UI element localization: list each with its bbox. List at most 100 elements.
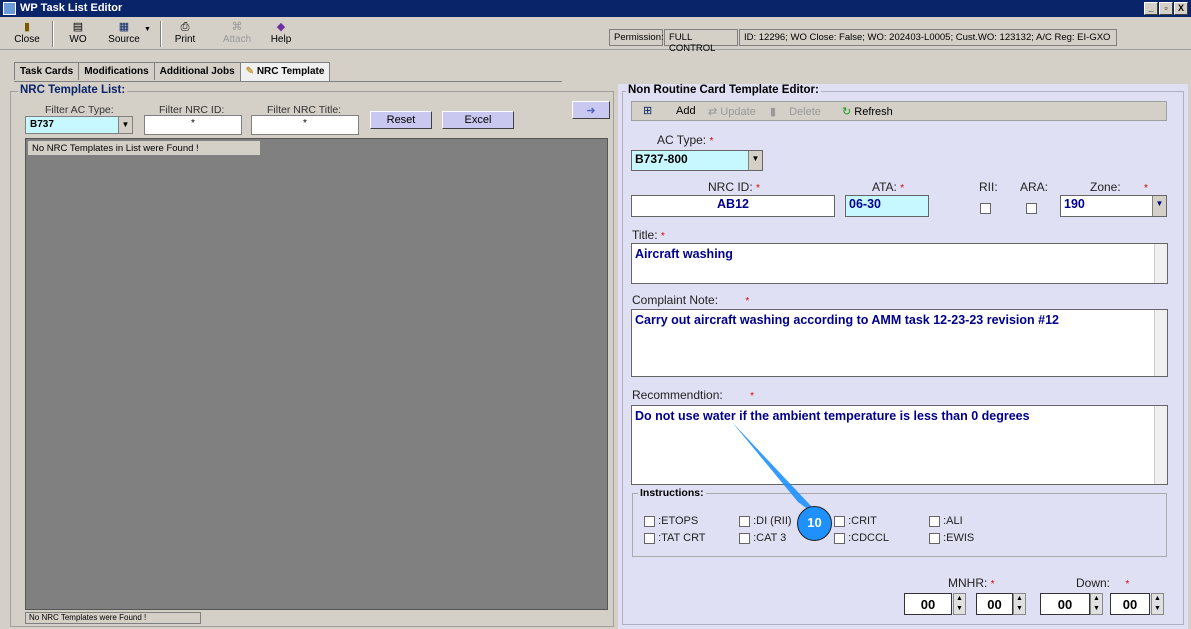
attach-button[interactable]: ⌘ Attach	[218, 20, 256, 48]
permission-label: Permission:	[609, 29, 664, 46]
cdccl-checkbox[interactable]: :CDCCL	[834, 532, 929, 544]
update-button[interactable]: ⇄ Update	[708, 105, 756, 118]
recommendation-textarea[interactable]: Do not use water if the ambient temperat…	[631, 405, 1168, 485]
down-hours-spinner[interactable]: ▲ ▼	[1090, 593, 1103, 615]
instructions-label: Instructions:	[638, 487, 706, 499]
down-minutes-spinner[interactable]: ▲ ▼	[1151, 593, 1164, 615]
required-marker: *	[756, 183, 760, 194]
ali-checkbox[interactable]: :ALI	[929, 515, 1024, 527]
transfer-arrow-button[interactable]: ➜	[572, 101, 610, 119]
add-icon: ⊞	[643, 105, 653, 117]
scrollbar[interactable]	[1154, 406, 1167, 484]
print-label: Print	[174, 34, 196, 45]
label-text: ATA:	[872, 180, 897, 194]
checkbox-box	[644, 515, 655, 527]
source-dropdown-icon[interactable]: ▼	[144, 26, 151, 33]
refresh-button[interactable]: ↻ Refresh	[842, 105, 893, 118]
ac-type-label: AC Type: *	[657, 133, 713, 147]
app-icon	[3, 2, 16, 15]
template-list-grid[interactable]	[25, 138, 608, 610]
ara-checkbox[interactable]	[1026, 203, 1037, 214]
down-minutes-input[interactable]: 00	[1110, 593, 1150, 615]
filter-id-input[interactable]: *	[144, 115, 242, 135]
separator	[160, 21, 162, 47]
checkbox-label: :ALI	[943, 515, 963, 527]
tab-underline	[14, 81, 562, 82]
list-status: No NRC Templates were Found !	[25, 612, 201, 624]
list-title: NRC Template List:	[18, 84, 128, 96]
tab-additional-jobs[interactable]: Additional Jobs	[153, 62, 241, 80]
update-icon: ⇄	[708, 106, 721, 118]
rii-checkbox[interactable]	[980, 203, 991, 214]
reset-button[interactable]: Reset	[370, 111, 432, 129]
label-text: Complaint Note:	[632, 293, 719, 307]
rii-label: RII:	[979, 180, 998, 194]
close-window-button[interactable]: X	[1174, 2, 1188, 15]
mnhr-hours-input[interactable]: 00	[904, 593, 952, 615]
filter-ac-value: B737	[30, 119, 54, 130]
restore-button[interactable]: ▫	[1159, 2, 1173, 15]
down-hours-input[interactable]: 00	[1040, 593, 1090, 615]
close-button[interactable]: ▮ Close	[8, 20, 46, 48]
complaint-textarea[interactable]: Carry out aircraft washing according to …	[631, 309, 1168, 377]
wo-button[interactable]: ▤ WO	[62, 20, 94, 48]
checkbox-label: :CRIT	[848, 515, 877, 527]
refresh-label: Refresh	[854, 106, 893, 118]
mnhr-hours-spinner[interactable]: ▲ ▼	[953, 593, 966, 615]
delete-label: Delete	[789, 106, 821, 118]
crit-checkbox[interactable]: :CRIT	[834, 515, 929, 527]
mnhr-minutes-input[interactable]: 00	[976, 593, 1013, 615]
down-label: Down: *	[1076, 576, 1129, 590]
source-label: Source	[108, 34, 140, 45]
label-text: AC Type:	[657, 133, 707, 147]
checkbox-label: :TAT CRT	[658, 532, 706, 544]
required-marker: *	[745, 296, 750, 307]
minimize-button[interactable]: _	[1144, 2, 1158, 15]
separator	[52, 21, 54, 47]
door-exit-icon: ▮	[23, 21, 31, 33]
scrollbar[interactable]	[1154, 244, 1167, 283]
checkbox-label: :CDCCL	[848, 532, 890, 544]
printer-icon: ⎙	[180, 21, 190, 33]
source-icon: ▦	[118, 21, 130, 33]
help-book-icon: ◆	[276, 21, 286, 33]
required-marker: *	[660, 231, 665, 242]
zone-label: Zone: *	[1090, 180, 1148, 194]
checkbox-label: :ETOPS	[658, 515, 699, 527]
checkbox-label: :EWIS	[943, 532, 975, 544]
filter-ac-select[interactable]: B737 ▼	[25, 116, 133, 134]
tab-task-cards[interactable]: Task Cards	[14, 62, 80, 80]
ata-input[interactable]: 06-30	[845, 195, 929, 217]
attach-label: Attach	[222, 34, 252, 45]
scrollbar[interactable]	[1154, 310, 1167, 376]
checkbox-box	[929, 532, 940, 544]
tab-modifications[interactable]: Modifications	[78, 62, 155, 80]
empty-list-message: No NRC Templates in List were Found !	[27, 140, 261, 156]
delete-icon: ▮	[770, 106, 780, 118]
ewis-checkbox[interactable]: :EWIS	[929, 532, 1024, 544]
tab-nrc-template[interactable]: ✎ NRC Template	[239, 62, 331, 82]
chevron-down-icon[interactable]: ▼	[1152, 196, 1166, 216]
help-button[interactable]: ◆ Help	[264, 20, 298, 48]
chevron-down-icon[interactable]: ▼	[748, 151, 762, 170]
note-icon: ✎	[245, 66, 257, 77]
add-button[interactable]: Add	[676, 105, 696, 117]
label-text: Zone:	[1090, 180, 1121, 194]
delete-button[interactable]: ▮ Delete	[770, 105, 821, 118]
print-button[interactable]: ⎙ Print	[170, 20, 200, 48]
chevron-down-icon[interactable]: ▼	[118, 117, 132, 133]
ac-type-select[interactable]: B737-800 ▼	[631, 150, 763, 171]
excel-button[interactable]: Excel	[442, 111, 514, 129]
title-textarea[interactable]: Aircraft washing	[631, 243, 1168, 284]
zone-value: 190	[1064, 197, 1085, 211]
title-bar: WP Task List Editor	[0, 0, 1191, 17]
nrc-id-input[interactable]: AB12	[631, 195, 835, 217]
mnhr-minutes-spinner[interactable]: ▲ ▼	[1013, 593, 1026, 615]
title-label: Title: *	[632, 228, 665, 242]
source-button[interactable]: ▦ Source	[102, 20, 146, 48]
recommendation-label: Recommendtion: *	[632, 388, 754, 402]
filter-title-input[interactable]: *	[251, 115, 359, 135]
zone-select[interactable]: 190 ▼	[1060, 195, 1167, 217]
ara-label: ARA:	[1020, 180, 1049, 194]
update-label: Update	[720, 106, 756, 118]
